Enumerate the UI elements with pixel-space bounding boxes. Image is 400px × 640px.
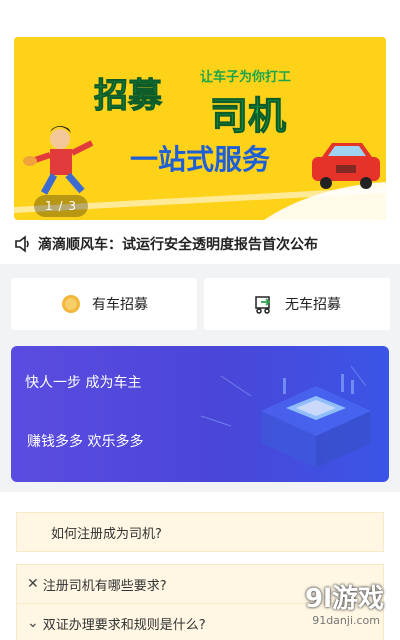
coin-icon bbox=[62, 295, 80, 313]
promo-line-2: 赚钱多多 欢乐多多 bbox=[27, 434, 144, 450]
banner-tagline: 让车子为你打工 bbox=[200, 69, 291, 84]
no-car-recruit-button[interactable]: 无车招募 bbox=[204, 278, 390, 330]
notice-text: 滴滴顺风车：试运行安全透明度报告首次公布 bbox=[38, 237, 318, 253]
carousel-pager: 1 / 3 bbox=[34, 195, 88, 217]
recruit-banner[interactable]: 让车子为你打工 招募 司机 一站式服务 1 / 3 bbox=[14, 37, 386, 220]
faq-question: 双证办理要求和规则是什么? bbox=[42, 617, 206, 633]
banner-subtitle: 一站式服务 bbox=[130, 143, 270, 176]
banner-artwork: 让车子为你打工 招募 司机 一站式服务 bbox=[14, 37, 386, 220]
speaker-icon bbox=[15, 235, 29, 253]
banner-headline-left: 招募 bbox=[94, 76, 163, 116]
top-section: 让车子为你打工 招募 司机 一站式服务 1 / 3 滴滴顺风车：试运行安全透明度… bbox=[0, 0, 400, 264]
no-car-recruit-label: 无车招募 bbox=[285, 297, 341, 313]
faq-item[interactable]: 如何注册成为司机? bbox=[16, 512, 384, 552]
promo-line-1: 快人一步 成为车主 bbox=[25, 375, 142, 391]
with-car-recruit-label: 有车招募 bbox=[92, 297, 148, 313]
chevron-down-icon: ⌄ bbox=[27, 615, 39, 631]
with-car-recruit-button[interactable]: 有车招募 bbox=[11, 278, 197, 330]
promo-banner[interactable]: 快人一步 成为车主 赚钱多多 欢乐多多 bbox=[11, 346, 389, 482]
cart-icon bbox=[255, 296, 271, 314]
banner-headline-right: 司机 bbox=[210, 94, 286, 138]
notice-bar[interactable]: 滴滴顺风车：试运行安全透明度报告首次公布 bbox=[14, 230, 386, 258]
watermark-site: 91danji.com bbox=[312, 614, 380, 627]
close-icon: ✕ bbox=[27, 576, 39, 592]
watermark: 9l游戏 91danji.com bbox=[262, 578, 392, 634]
watermark-logo: 9l游戏 bbox=[304, 584, 384, 614]
tech-platform-icon bbox=[200, 365, 371, 468]
faq-question: 注册司机有哪些要求? bbox=[42, 578, 167, 594]
faq-question: 如何注册成为司机? bbox=[51, 526, 162, 542]
